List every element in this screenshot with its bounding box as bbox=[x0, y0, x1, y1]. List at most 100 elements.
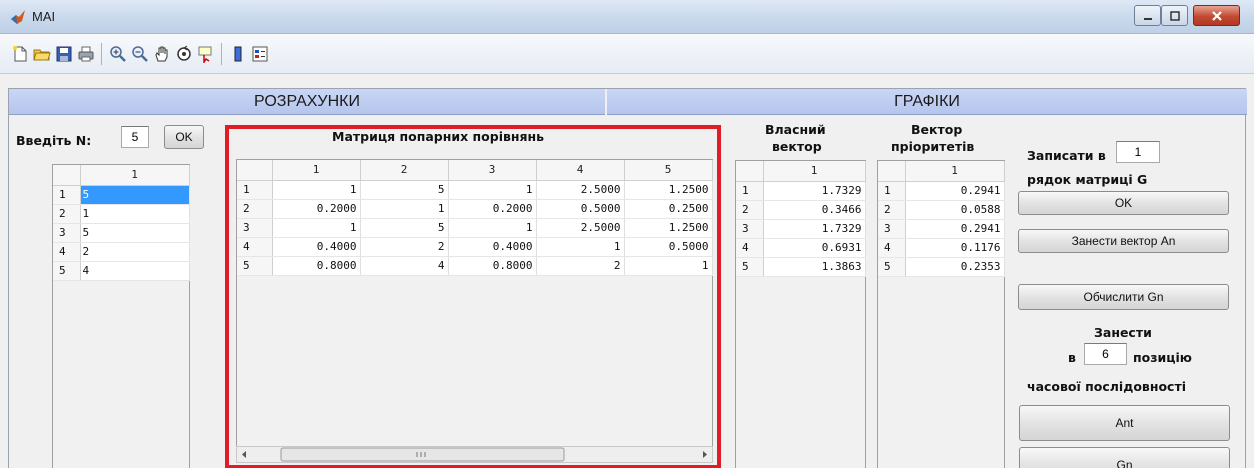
table-row: 4 0.1176 bbox=[878, 238, 1005, 258]
table-row: 1 1.7329 bbox=[736, 181, 866, 201]
row-header: 3 bbox=[736, 219, 764, 239]
toolbar-separator bbox=[221, 43, 222, 65]
data-cursor-icon bbox=[198, 46, 212, 63]
row-header: 5 bbox=[736, 257, 764, 277]
priority-vector-table[interactable]: 1 1 0.2941 2 0.0588 3 0.2941 4 0.1176 5 0.2353 bbox=[877, 160, 1005, 468]
table-cell[interactable]: 1.7329 bbox=[763, 181, 866, 201]
row-header: 4 bbox=[736, 238, 764, 258]
table-row: 2 0.0588 bbox=[878, 200, 1005, 220]
table-cell[interactable]: 0.2353 bbox=[905, 257, 1005, 277]
zoom-out-button[interactable] bbox=[129, 43, 151, 65]
ant-button[interactable]: Ant bbox=[1019, 405, 1230, 441]
app-window: MAI РОЗРАХУНКИ ГРАФІКИ Введіть N: 5 OK 1… bbox=[0, 0, 1254, 468]
toolbar-separator bbox=[101, 43, 102, 65]
calc-section-header: РОЗРАХУНКИ bbox=[9, 89, 605, 115]
table-cell[interactable]: 2 bbox=[80, 242, 190, 262]
table-cell[interactable]: 5 bbox=[80, 223, 190, 243]
table-cell[interactable]: 0.2941 bbox=[905, 181, 1005, 201]
g-row-input[interactable]: 1 bbox=[1116, 141, 1160, 163]
table-cell[interactable]: 0.6931 bbox=[763, 238, 866, 258]
close-button[interactable] bbox=[1193, 5, 1240, 26]
open-folder-icon bbox=[33, 49, 51, 61]
pan-button[interactable] bbox=[151, 43, 173, 65]
window-title: MAI bbox=[32, 9, 56, 24]
add-vector-an-button[interactable]: Занести вектор An bbox=[1018, 229, 1229, 253]
print-icon bbox=[78, 46, 94, 62]
column-header: 1 bbox=[763, 161, 866, 182]
table-cell[interactable]: 1 bbox=[80, 204, 190, 224]
column-header: 1 bbox=[80, 165, 190, 186]
corner-cell bbox=[53, 165, 81, 186]
table-row: 5 0.2353 bbox=[878, 257, 1005, 277]
table-cell[interactable]: 4 bbox=[80, 261, 190, 281]
data-cursor-button[interactable] bbox=[195, 43, 217, 65]
table-row: 1 0.2941 bbox=[878, 181, 1005, 201]
gn-button[interactable]: Gn bbox=[1019, 447, 1230, 468]
ok-button[interactable]: OK bbox=[1018, 191, 1229, 215]
table-cell[interactable]: 5 bbox=[80, 185, 190, 205]
legend-button[interactable] bbox=[249, 43, 271, 65]
table-cell[interactable]: 0.0588 bbox=[905, 200, 1005, 220]
write-to-label: Записати в bbox=[1027, 148, 1106, 163]
row-header: 2 bbox=[736, 200, 764, 220]
rotate-3d-icon bbox=[177, 45, 191, 61]
zoom-in-button[interactable] bbox=[107, 43, 129, 65]
eigen-vector-table[interactable]: 1 1 1.7329 2 0.3466 3 1.7329 4 0.6931 5 1.3863 bbox=[735, 160, 866, 468]
position-input[interactable]: 6 bbox=[1084, 343, 1127, 365]
time-series-label: часової послідовності bbox=[1027, 379, 1186, 394]
minimize-icon bbox=[1143, 17, 1152, 20]
input-vector-table[interactable]: 1 1521354254 bbox=[52, 164, 190, 468]
priority-title-line2: пріоритетів bbox=[891, 139, 975, 154]
table-row: 15 bbox=[53, 185, 190, 205]
column-header: 1 bbox=[905, 161, 1005, 182]
matlab-icon bbox=[11, 10, 25, 24]
position-label: позицію bbox=[1133, 350, 1192, 365]
row-header: 4 bbox=[878, 238, 906, 258]
new-file-icon bbox=[13, 46, 27, 62]
table-cell[interactable]: 1.3863 bbox=[763, 257, 866, 277]
table-cell[interactable]: 0.3466 bbox=[763, 200, 866, 220]
row-header: 3 bbox=[878, 219, 906, 239]
minimize-button[interactable] bbox=[1134, 5, 1161, 26]
pan-hand-icon bbox=[155, 46, 168, 62]
priority-title-line1: Вектор bbox=[911, 122, 963, 137]
row-header: 5 bbox=[53, 261, 81, 281]
colorbar-button[interactable] bbox=[227, 43, 249, 65]
table-cell[interactable]: 1.7329 bbox=[763, 219, 866, 239]
open-button[interactable] bbox=[31, 43, 53, 65]
row-header: 2 bbox=[878, 200, 906, 220]
table-cell[interactable]: 0.2941 bbox=[905, 219, 1005, 239]
rotate-button[interactable] bbox=[173, 43, 195, 65]
close-icon bbox=[1211, 10, 1222, 21]
in-label: в bbox=[1068, 350, 1076, 365]
eigen-title-line1: Власний bbox=[765, 122, 826, 137]
table-cell[interactable]: 0.1176 bbox=[905, 238, 1005, 258]
n-input[interactable]: 5 bbox=[121, 126, 149, 148]
corner-cell bbox=[878, 161, 906, 182]
maximize-button[interactable] bbox=[1161, 5, 1188, 26]
zoom-out-icon bbox=[132, 46, 148, 62]
compute-gn-button[interactable]: Обчислити Gn bbox=[1018, 284, 1229, 310]
add-label: Занести bbox=[1094, 325, 1152, 340]
eigen-title-line2: вектор bbox=[772, 139, 822, 154]
table-row: 3 0.2941 bbox=[878, 219, 1005, 239]
row-header: 3 bbox=[53, 223, 81, 243]
new-file-button[interactable] bbox=[9, 43, 31, 65]
title-bar[interactable]: MAI bbox=[0, 0, 1254, 34]
row-header: 4 bbox=[53, 242, 81, 262]
print-button[interactable] bbox=[75, 43, 97, 65]
input-n-label: Введіть N: bbox=[16, 133, 92, 148]
row-header: 1 bbox=[878, 181, 906, 201]
n-ok-button[interactable]: OK bbox=[164, 125, 204, 149]
table-row: 2 0.3466 bbox=[736, 200, 866, 220]
table-row: 21 bbox=[53, 204, 190, 224]
table-row: 42 bbox=[53, 242, 190, 262]
table-row: 4 0.6931 bbox=[736, 238, 866, 258]
save-button[interactable] bbox=[53, 43, 75, 65]
table-row: 54 bbox=[53, 261, 190, 281]
table-row: 35 bbox=[53, 223, 190, 243]
table-row: 3 1.7329 bbox=[736, 219, 866, 239]
figure-toolbar bbox=[0, 34, 1254, 74]
row-header: 1 bbox=[53, 185, 81, 205]
legend-icon bbox=[252, 46, 268, 62]
